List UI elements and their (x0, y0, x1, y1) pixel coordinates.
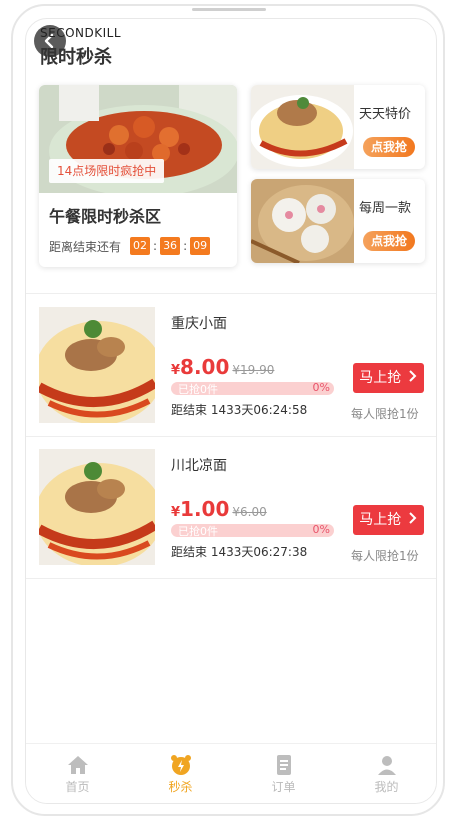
list-item[interactable]: 重庆小面 ¥ 8.00 ¥19.90 已抢0件 0% 距结束 1433天06:2… (26, 295, 436, 435)
purchase-limit: 每人限抢1份 (351, 549, 419, 563)
featured-card[interactable]: 14点场限时疯抢中 午餐限时秒杀区 距离结束还有 02 : 36 : 09 (39, 85, 237, 267)
page-subtitle: SECONDKILL (40, 26, 122, 40)
sold-count: 已抢0件 (178, 383, 218, 396)
countdown-label: 距离结束还有 (49, 239, 122, 254)
home-icon (67, 756, 88, 774)
countdown-seconds: 09 (190, 237, 211, 255)
sold-progress-bar: 已抢0件 0% (171, 523, 334, 538)
item-countdown: 距结束 1433天06:24:58 (171, 403, 308, 417)
price-currency: ¥ (171, 363, 181, 378)
buy-now-button[interactable]: 马上抢 (353, 363, 424, 393)
buy-now-button[interactable]: 马上抢 (353, 505, 424, 535)
order-list-icon (276, 755, 291, 775)
item-price: ¥ 8.00 ¥19.90 (171, 355, 274, 379)
weekly-item-title: 每周一款 (359, 201, 412, 216)
chuanbei-cold-noodle-image (39, 449, 155, 565)
tab-profile[interactable]: 我的 (335, 744, 436, 803)
original-price: ¥19.90 (232, 363, 275, 377)
item-name: 川北凉面 (171, 458, 227, 474)
daily-special-card[interactable]: 天天特价 点我抢 (251, 85, 425, 169)
countdown-minutes: 36 (160, 237, 181, 255)
item-countdown: 距结束 1433天06:27:38 (171, 545, 308, 559)
alarm-clock-icon (170, 755, 191, 775)
item-price: ¥ 1.00 ¥6.00 (171, 497, 267, 521)
steamed-buns-image (251, 179, 354, 263)
daily-special-button[interactable]: 点我抢 (363, 137, 415, 157)
purchase-limit: 每人限抢1份 (351, 407, 419, 421)
bottom-tab-bar: 首页 秒杀 订单 我的 (26, 743, 436, 803)
page-title: 限时秒杀 (40, 47, 112, 68)
sold-progress-bar: 已抢0件 0% (171, 381, 334, 396)
sold-count: 已抢0件 (178, 525, 218, 538)
flash-session-tag: 14点场限时疯抢中 (49, 159, 165, 183)
chevron-right-icon (409, 512, 417, 524)
app-screen: SECONDKILL 限时秒杀 14点场限时疯抢中 午餐限时秒杀区 距离结束还有… (25, 18, 437, 804)
tab-flash-sale[interactable]: 秒杀 (129, 744, 232, 803)
chevron-right-icon (409, 370, 417, 382)
weekly-item-card[interactable]: 每周一款 点我抢 (251, 179, 425, 263)
weekly-item-button[interactable]: 点我抢 (363, 231, 415, 251)
noodle-image (251, 85, 354, 169)
featured-title: 午餐限时秒杀区 (49, 207, 162, 226)
tab-home-label: 首页 (65, 780, 90, 794)
item-name: 重庆小面 (171, 316, 227, 332)
tab-profile-label: 我的 (374, 780, 399, 794)
original-price: ¥6.00 (232, 505, 267, 519)
tab-home[interactable]: 首页 (26, 744, 129, 803)
price-currency: ¥ (171, 505, 181, 520)
price-value: 8.00 (180, 355, 230, 379)
buy-now-label: 马上抢 (359, 370, 402, 386)
countdown-hours: 02 (130, 237, 151, 255)
item-divider (26, 578, 436, 579)
price-value: 1.00 (180, 497, 230, 521)
tab-orders[interactable]: 订单 (232, 744, 335, 803)
daily-special-title: 天天特价 (359, 107, 412, 122)
tab-orders-label: 订单 (271, 780, 296, 794)
featured-countdown: 距离结束还有 02 : 36 : 09 (49, 237, 211, 255)
user-icon (377, 756, 396, 775)
list-item[interactable]: 川北凉面 ¥ 1.00 ¥6.00 已抢0件 0% 距结束 1433天06:27… (26, 437, 436, 577)
buy-now-label: 马上抢 (359, 512, 402, 528)
sold-percent: 0% (312, 523, 330, 536)
tab-flash-sale-label: 秒杀 (168, 780, 193, 794)
phone-notch (192, 8, 266, 11)
sold-percent: 0% (312, 381, 330, 394)
section-divider (26, 293, 436, 294)
chongqing-noodle-image (39, 307, 155, 423)
